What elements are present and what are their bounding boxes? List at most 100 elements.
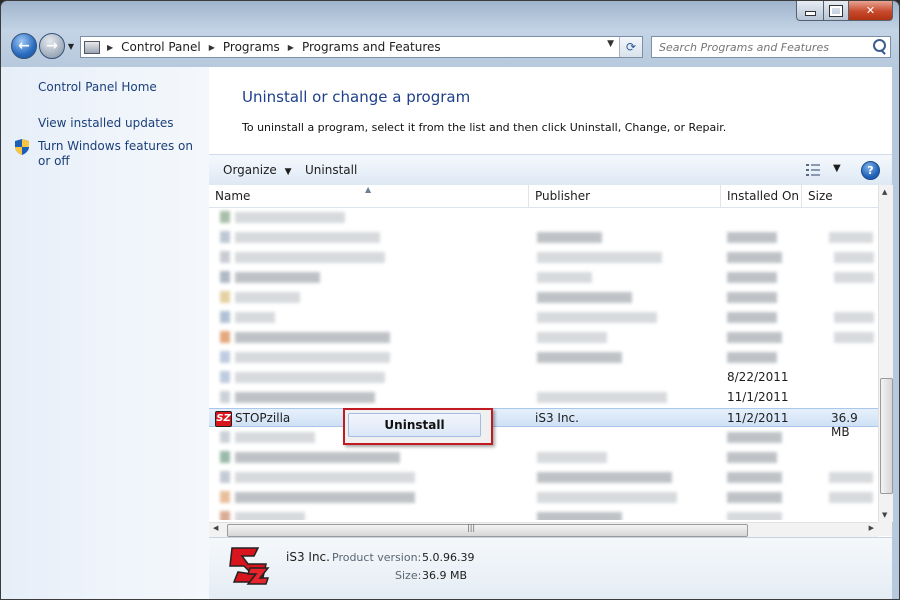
program-icon	[220, 371, 230, 383]
column-header-publisher[interactable]: Publisher	[529, 185, 721, 207]
program-list[interactable]: 8/22/2011 11/1/2011 SZ STOPzilla iS3 Inc…	[209, 208, 878, 520]
search-icon[interactable]	[873, 39, 886, 52]
program-icon	[220, 271, 230, 283]
command-bar: Organize ▼ Uninstall ▼ ?	[209, 154, 892, 187]
help-button[interactable]: ?	[861, 161, 880, 180]
program-row[interactable]	[209, 468, 878, 487]
close-button[interactable]: ✕	[849, 1, 893, 21]
breadcrumb-root[interactable]: ▶	[105, 43, 121, 52]
program-icon	[220, 451, 230, 463]
organize-menu-button[interactable]: Organize ▼	[223, 163, 292, 177]
program-row[interactable]	[209, 348, 878, 367]
product-version-value: 5.0.96.39	[422, 551, 475, 564]
maximize-icon	[829, 4, 843, 17]
program-row[interactable]	[209, 428, 878, 447]
breadcrumb-separator-icon: ▶	[287, 42, 294, 52]
program-icon	[220, 311, 230, 323]
program-row[interactable]	[209, 268, 878, 287]
horizontal-scrollbar[interactable]: ◀ ||| ▶	[209, 522, 878, 537]
chevron-down-icon: ▼	[284, 167, 292, 177]
back-arrow-icon: ←	[18, 38, 30, 54]
breadcrumb-control-panel[interactable]: Control Panel ▶	[121, 40, 223, 54]
left-task-pane: Control Panel Home View installed update…	[1, 67, 209, 599]
program-row-selected[interactable]: SZ STOPzilla iS3 Inc. 11/2/2011 36.9 MB	[209, 408, 878, 439]
program-icon	[220, 291, 230, 303]
program-row[interactable]	[209, 488, 878, 507]
program-row[interactable]	[209, 308, 878, 327]
forward-button[interactable]: →	[39, 33, 65, 59]
breadcrumb-programs-and-features[interactable]: Programs and Features	[302, 40, 441, 54]
view-installed-updates-link[interactable]: View installed updates	[38, 116, 174, 130]
program-row[interactable]	[209, 448, 878, 467]
scroll-up-icon[interactable]: ▲	[882, 188, 887, 196]
program-row[interactable]	[209, 328, 878, 347]
view-options-dropdown-icon[interactable]: ▼	[833, 163, 841, 174]
stopzilla-icon: SZ	[215, 411, 232, 427]
scroll-left-icon[interactable]: ◀	[213, 524, 218, 532]
programs-and-features-window: ✕ ← → ▼ ▶ Control Panel ▶ Programs ▶ Progr…	[0, 0, 900, 600]
program-icon	[220, 471, 230, 483]
program-icon	[220, 391, 230, 403]
caption-buttons: ✕	[796, 1, 893, 21]
program-row[interactable]: 11/1/2011	[209, 388, 878, 407]
program-row[interactable]	[209, 288, 878, 307]
change-view-icon[interactable]	[806, 164, 820, 176]
navigation-buttons: ← → ▼	[11, 33, 76, 59]
scroll-right-icon[interactable]: ▶	[869, 524, 874, 532]
search-input[interactable]	[657, 39, 871, 55]
program-row[interactable]	[209, 248, 878, 267]
back-button[interactable]: ←	[11, 33, 37, 59]
sort-ascending-icon: ▲	[365, 185, 372, 194]
minimize-icon	[804, 11, 816, 16]
column-header-size[interactable]: Size	[802, 185, 878, 207]
main-content: Uninstall or change a program To uninsta…	[209, 67, 893, 599]
program-icon	[220, 231, 230, 243]
program-icon	[220, 331, 230, 343]
turn-windows-features-link[interactable]: Turn Windows features on or off	[38, 139, 198, 169]
recent-pages-dropdown[interactable]: ▼	[66, 42, 76, 51]
program-icon	[220, 251, 230, 263]
page-title: Uninstall or change a program	[242, 88, 471, 106]
program-row[interactable]	[209, 208, 878, 227]
product-version-label: Product version:	[332, 551, 422, 564]
control-panel-home-link[interactable]: Control Panel Home	[38, 80, 157, 94]
program-name-cell: STOPzilla	[235, 411, 291, 425]
program-icon	[220, 351, 230, 363]
context-menu-uninstall[interactable]: Uninstall	[348, 413, 481, 437]
maximize-button[interactable]	[824, 1, 849, 21]
scroll-grip-icon: |||	[467, 523, 476, 532]
column-header-row: Name ▲ Publisher Installed On Size	[209, 185, 878, 208]
details-publisher: iS3 Inc.	[286, 550, 330, 564]
refresh-icon: ⟳	[625, 40, 637, 54]
installed-on-cell: 11/2/2011	[727, 411, 789, 425]
program-row[interactable]	[209, 508, 878, 520]
size-label: Size:	[395, 569, 422, 582]
minimize-button[interactable]	[796, 1, 824, 21]
installed-on-cell: 8/22/2011	[727, 370, 789, 384]
refresh-button[interactable]: ⟳	[619, 37, 642, 57]
program-icon	[220, 511, 230, 520]
column-header-installed-on[interactable]: Installed On	[721, 185, 802, 207]
address-bar[interactable]: ▶ Control Panel ▶ Programs ▶ Programs and …	[80, 36, 643, 58]
vertical-scroll-thumb[interactable]	[880, 378, 893, 494]
program-icon	[220, 211, 230, 223]
horizontal-scroll-thumb[interactable]	[227, 524, 748, 537]
breadcrumb-programs[interactable]: Programs ▶	[223, 40, 302, 54]
program-row[interactable]	[209, 228, 878, 247]
vertical-scrollbar[interactable]: ▲ ▼	[878, 185, 893, 522]
column-header-name[interactable]: Name ▲	[209, 185, 529, 207]
context-menu: Uninstall	[343, 408, 493, 445]
installed-on-cell: 11/1/2011	[727, 390, 789, 404]
close-icon: ✕	[865, 4, 876, 17]
scroll-down-icon[interactable]: ▼	[882, 511, 887, 519]
publisher-cell: iS3 Inc.	[535, 411, 579, 425]
details-pane: iS3 Inc. Product version: 5.0.96.39 Size…	[209, 537, 892, 599]
search-box	[651, 36, 891, 58]
program-icon	[220, 431, 230, 443]
forward-arrow-icon: →	[46, 38, 58, 54]
uninstall-toolbar-button[interactable]: Uninstall	[305, 163, 357, 177]
uac-shield-icon	[15, 139, 29, 155]
program-row[interactable]: 8/22/2011	[209, 368, 878, 387]
size-value: 36.9 MB	[422, 569, 468, 582]
address-dropdown-icon[interactable]: ▼	[607, 39, 614, 49]
